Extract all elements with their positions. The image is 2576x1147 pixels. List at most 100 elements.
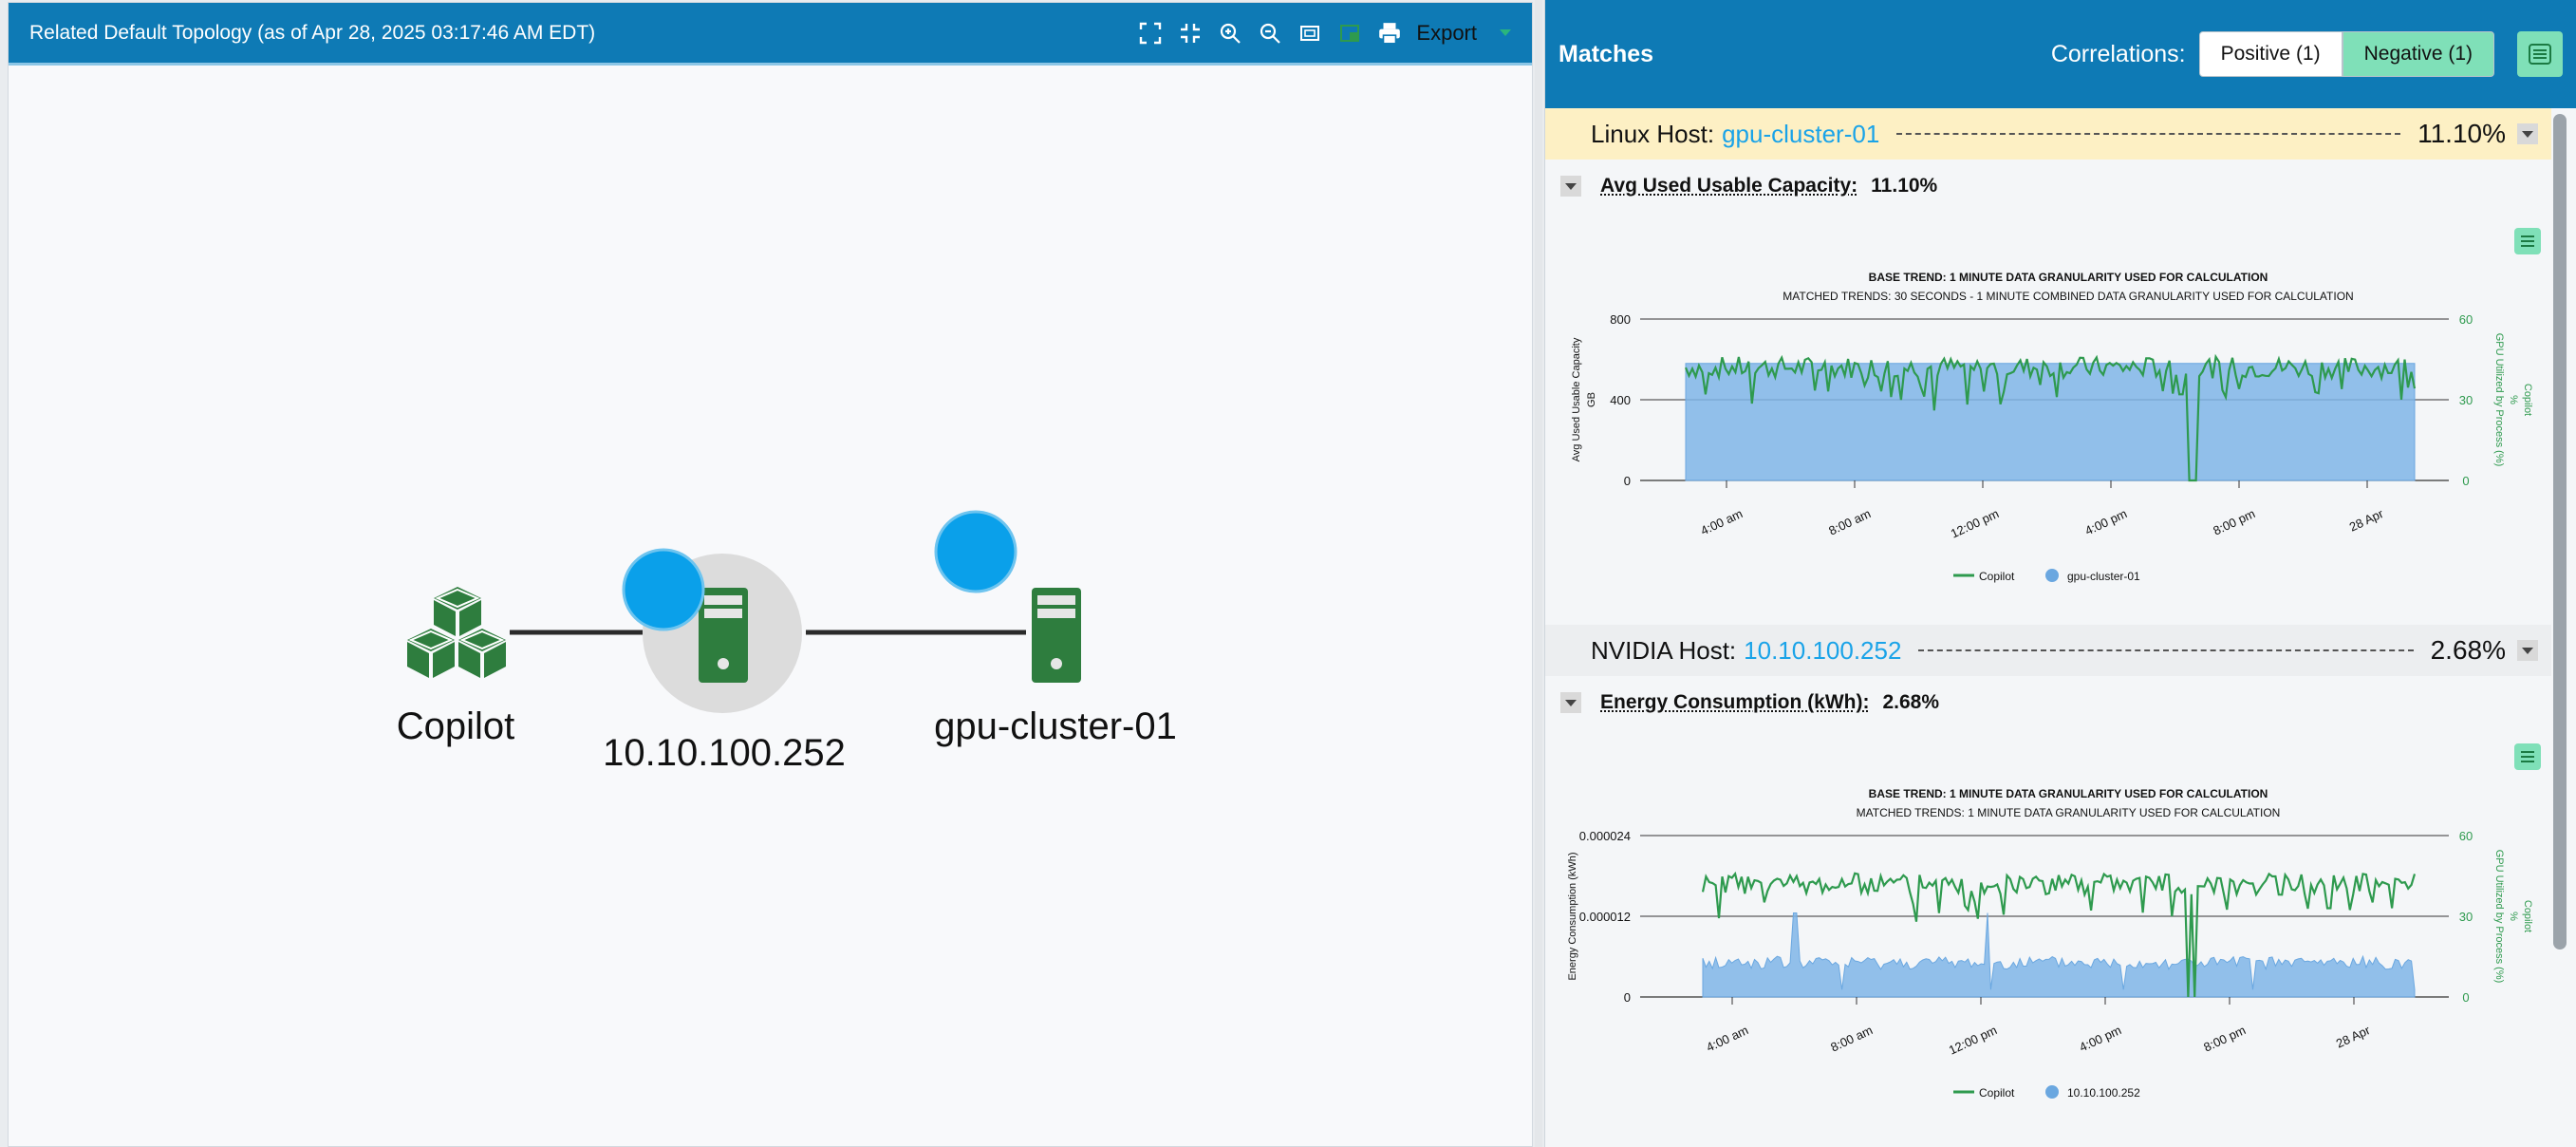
host-link[interactable]: 10.10.100.252 [1744,636,1901,666]
y2-tick-label: 0 [2462,990,2469,1005]
chevron-down-icon[interactable] [1500,29,1511,36]
matches-title: Matches [1559,40,1654,67]
y2-axis-unit: % [2508,912,2519,921]
x-tick-label: 4:00 pm [2077,1023,2123,1054]
print-icon[interactable] [1372,16,1407,50]
correlation-chart[interactable]: BASE TREND: 1 MINUTE DATA GRANULARITY US… [1545,256,2551,598]
y2-axis-label: GPU Utilized by Process (%) [2493,333,2505,467]
metric-row[interactable]: Avg Used Usable Capacity: 11.10% [1560,167,1937,205]
metric-name[interactable]: Energy Consumption (kWh): [1600,691,1869,714]
negative-correlations-button[interactable]: Negative (1) [2342,31,2494,77]
x-tick-label: 28 Apr [2347,506,2386,535]
y-tick-label: 0 [1624,990,1631,1005]
metric-name[interactable]: Avg Used Usable Capacity: [1600,175,1857,197]
server-icon[interactable] [1032,588,1081,683]
host-type-label: NVIDIA Host: [1591,635,1737,665]
series-area-10.10.100.252 [1702,912,2416,998]
app-window: Related Default Topology (as of Apr 28, … [0,0,2576,1147]
legend-dot-swatch [2045,569,2059,582]
cubes-icon[interactable] [407,587,506,678]
legend-dot-swatch [2045,1085,2059,1099]
positive-correlations-button[interactable]: Positive (1) [2198,31,2343,77]
topology-panel: Related Default Topology (as of Apr 28, … [8,2,1533,1147]
hamburger-icon [2529,44,2551,65]
node-label-nvidia-host[interactable]: 10.10.100.252 [603,732,846,775]
y-tick-label: 0 [1624,474,1631,488]
y-axis-unit: GB [1586,392,1597,407]
host-match-percent: 11.10% [2417,119,2506,148]
x-tick-label: 28 Apr [2334,1023,2373,1051]
hamburger-icon [2521,235,2534,247]
minimap-icon[interactable] [1333,16,1367,50]
dashed-leader [1896,133,2401,135]
zoom-in-icon[interactable] [1213,16,1247,50]
legend-label: Copilot [1979,570,2015,583]
host-link[interactable]: gpu-cluster-01 [1722,120,1879,149]
y-axis-label: Avg Used Usable Capacity [1571,337,1582,461]
y-tick-label: 0.000012 [1579,910,1631,924]
metric-value: 11.10% [1871,175,1938,197]
metric-row[interactable]: Energy Consumption (kWh): 2.68% [1560,684,1939,722]
collapse-caret-icon[interactable] [2517,123,2538,144]
fullscreen-icon[interactable] [1133,16,1167,50]
chart-subtitle: MATCHED TRENDS: 30 SECONDS - 1 MINUTE CO… [1783,290,2353,303]
series-area-gpu-cluster-01 [1685,363,2416,481]
match-host-row[interactable]: NVIDIA Host: 10.10.100.252 2.68% [1545,625,2551,676]
y2-axis-unit: % [2508,395,2519,404]
legend-label: 10.10.100.252 [2067,1086,2140,1100]
dashed-leader [1918,649,2414,651]
y2-tick-label: 30 [2459,393,2473,407]
matches-panel: Matches Correlations: Positive (1) Negat… [1544,0,2576,1147]
fit-icon[interactable] [1293,16,1327,50]
match-host-row[interactable]: Linux Host: gpu-cluster-01 11.10% [1545,108,2551,160]
collapse-caret-icon[interactable] [1560,692,1581,713]
export-button[interactable]: Export [1416,21,1477,46]
chart-menu-button[interactable] [2514,228,2541,254]
topology-title: Related Default Topology (as of Apr 28, … [29,21,596,44]
y2-axis-series: Copilot [2522,384,2533,416]
collapse-caret-icon[interactable] [1560,176,1581,197]
server-icon[interactable] [699,588,748,683]
x-tick-label: 12:00 pm [1947,1023,1999,1058]
y-tick-label: 0.000024 [1579,829,1631,843]
menu-button[interactable] [2517,31,2563,77]
status-badge[interactable] [934,510,1017,593]
x-tick-label: 4:00 am [1698,506,1745,537]
scrollbar[interactable] [2553,114,2567,950]
y2-tick-label: 60 [2459,312,2473,327]
x-tick-label: 8:00 pm [2201,1023,2248,1054]
shrink-icon[interactable] [1173,16,1207,50]
correlations-label: Correlations: [2050,40,2186,67]
y2-tick-label: 30 [2459,910,2473,924]
y-axis-label: Energy Consumption (kWh) [1567,852,1578,980]
y2-tick-label: 60 [2459,829,2473,843]
correlation-chart[interactable]: BASE TREND: 1 MINUTE DATA GRANULARITY US… [1545,773,2551,1124]
x-tick-label: 8:00 am [1826,506,1873,537]
matches-header: Matches Correlations: Positive (1) Negat… [1545,0,2576,108]
node-label-copilot[interactable]: Copilot [397,705,515,748]
hamburger-icon [2521,751,2534,762]
x-tick-label: 4:00 am [1704,1023,1750,1054]
chart-title: BASE TREND: 1 MINUTE DATA GRANULARITY US… [1869,787,2268,800]
topology-header: Related Default Topology (as of Apr 28, … [9,3,1532,66]
chart-menu-button[interactable] [2514,743,2541,770]
node-label-gpu-cluster[interactable]: gpu-cluster-01 [934,705,1177,748]
x-tick-label: 4:00 pm [2082,506,2129,537]
zoom-out-icon[interactable] [1253,16,1287,50]
x-tick-label: 12:00 pm [1949,506,2001,541]
y2-axis-series: Copilot [2522,900,2533,932]
legend-label: gpu-cluster-01 [2067,570,2140,583]
collapse-caret-icon[interactable] [2517,640,2538,661]
y2-tick-label: 0 [2462,474,2469,488]
host-match-percent: 2.68% [2430,635,2506,665]
topology-canvas[interactable]: Copilot 10.10.100.252 gpu-cluster-01 [9,67,1534,1147]
y-tick-label: 400 [1610,393,1631,407]
status-badge[interactable] [622,548,705,631]
chart-title: BASE TREND: 1 MINUTE DATA GRANULARITY US… [1869,271,2268,284]
legend-label: Copilot [1979,1086,2015,1100]
metric-value: 2.68% [1882,691,1940,713]
x-tick-label: 8:00 pm [2211,506,2257,537]
y2-axis-label: GPU Utilized by Process (%) [2493,850,2505,984]
chart-subtitle: MATCHED TRENDS: 1 MINUTE DATA GRANULARIT… [1857,806,2281,819]
pane-splitter[interactable] [1535,0,1542,1147]
